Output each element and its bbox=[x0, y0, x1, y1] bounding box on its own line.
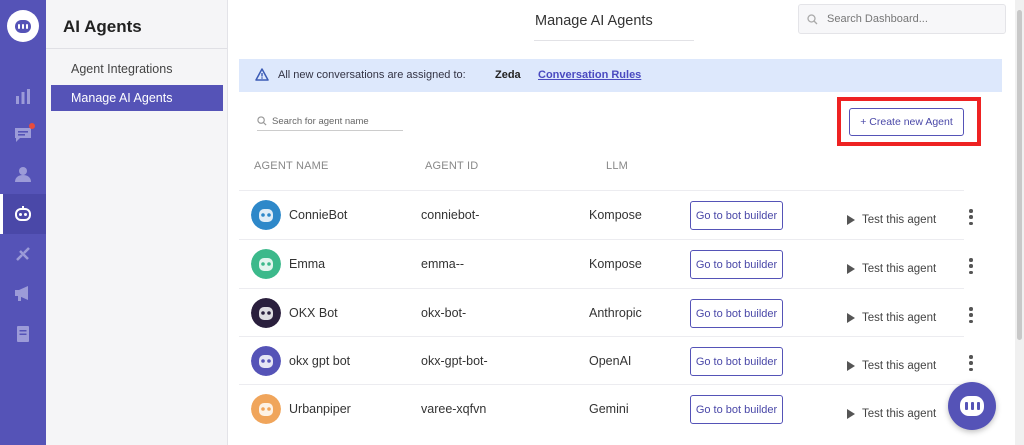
ai-agents-nav[interactable] bbox=[0, 194, 46, 234]
agent-id: okx-bot- bbox=[421, 306, 467, 320]
play-icon bbox=[847, 264, 855, 274]
dashboard-search-input[interactable]: Search Dashboard... bbox=[798, 4, 1006, 34]
sidebar-divider bbox=[46, 48, 227, 49]
main-content: Manage AI Agents Search Dashboard... All… bbox=[229, 0, 1024, 445]
reports-nav[interactable] bbox=[0, 76, 46, 116]
play-icon bbox=[847, 313, 855, 323]
column-header-llm: LLM bbox=[606, 160, 628, 172]
conversations-icon bbox=[14, 123, 35, 143]
table-row: Emma emma-- Kompose Go to bot builder Test t… bbox=[239, 239, 973, 287]
play-icon bbox=[847, 409, 855, 419]
go-to-bot-builder-button[interactable]: Go to bot builder bbox=[690, 250, 783, 279]
test-agent-button[interactable]: Test this agent bbox=[847, 214, 936, 226]
test-agent-label: Test this agent bbox=[862, 360, 937, 372]
create-new-agent-button[interactable]: + Create new Agent bbox=[849, 108, 964, 136]
more-options-icon[interactable] bbox=[969, 258, 973, 274]
icon-rail bbox=[0, 0, 46, 445]
sidebar-item-agent-integrations[interactable]: Agent Integrations bbox=[51, 56, 223, 82]
agent-llm: Gemini bbox=[589, 402, 629, 416]
agent-id: varee-xqfvn bbox=[421, 402, 487, 416]
agent-search-placeholder: Search for agent name bbox=[272, 116, 369, 127]
agent-id: conniebot- bbox=[421, 208, 480, 222]
page-title: Manage AI Agents bbox=[535, 13, 653, 29]
unread-badge bbox=[29, 123, 35, 129]
play-icon bbox=[847, 215, 855, 225]
contacts-icon bbox=[15, 167, 31, 182]
agent-llm: Kompose bbox=[589, 208, 642, 222]
contacts-nav[interactable] bbox=[0, 154, 46, 194]
agent-id: okx-gpt-bot- bbox=[421, 354, 488, 368]
banner-assignee: Zeda bbox=[495, 69, 521, 81]
agent-name: OKX Bot bbox=[289, 306, 338, 320]
knowledge-base-nav[interactable] bbox=[0, 314, 46, 354]
dashboard-search-placeholder: Search Dashboard... bbox=[827, 13, 928, 25]
assignment-banner: All new conversations are assigned to: Z… bbox=[239, 59, 1002, 92]
play-icon bbox=[847, 361, 855, 371]
agent-llm: OpenAI bbox=[589, 354, 632, 368]
agent-avatar bbox=[251, 200, 281, 230]
table-row: ConnieBot conniebot- Kompose Go to bot buil… bbox=[239, 190, 973, 238]
integrations-icon bbox=[16, 247, 30, 261]
reports-icon bbox=[16, 89, 30, 104]
campaigns-nav[interactable] bbox=[0, 273, 46, 313]
agent-avatar bbox=[251, 249, 281, 279]
page-scrollbar[interactable] bbox=[1015, 0, 1024, 445]
sidebar-title: AI Agents bbox=[63, 17, 142, 36]
agent-name: Emma bbox=[289, 257, 326, 271]
agent-avatar bbox=[251, 346, 281, 376]
scrollbar-thumb[interactable] bbox=[1017, 10, 1022, 340]
banner-text: All new conversations are assigned to: bbox=[278, 69, 466, 81]
agent-name: okx gpt bot bbox=[289, 354, 351, 368]
table-row: Urbanpiper varee-xqfvn Gemini Go to bot bui… bbox=[239, 384, 973, 432]
agent-name: Urbanpiper bbox=[289, 402, 351, 416]
test-agent-label: Test this agent bbox=[862, 312, 937, 324]
campaigns-icon bbox=[15, 286, 28, 301]
warning-icon bbox=[255, 68, 269, 81]
conversation-rules-link[interactable]: Conversation Rules bbox=[538, 69, 641, 81]
test-agent-button[interactable]: Test this agent bbox=[847, 263, 936, 275]
test-agent-label: Test this agent bbox=[862, 214, 937, 226]
test-agent-label: Test this agent bbox=[862, 263, 937, 275]
column-header-agent-name: AGENT NAME bbox=[254, 160, 329, 172]
test-agent-label: Test this agent bbox=[862, 408, 937, 420]
app-logo-icon[interactable] bbox=[7, 10, 39, 42]
column-header-agent-id: AGENT ID bbox=[425, 160, 479, 172]
agent-avatar bbox=[251, 394, 281, 424]
ai-agents-icon bbox=[15, 206, 31, 221]
table-row: okx gpt bot okx-gpt-bot- OpenAI Go to bot b… bbox=[239, 336, 973, 384]
integrations-nav[interactable] bbox=[0, 235, 46, 275]
agent-name: ConnieBot bbox=[289, 208, 348, 222]
agent-avatar bbox=[251, 298, 281, 328]
go-to-bot-builder-button[interactable]: Go to bot builder bbox=[690, 347, 783, 376]
title-underline bbox=[534, 40, 694, 41]
agent-llm: Kompose bbox=[589, 257, 642, 271]
sidebar-item-manage-ai-agents[interactable]: Manage AI Agents bbox=[51, 85, 223, 111]
more-options-icon[interactable] bbox=[969, 355, 973, 371]
agent-id: emma-- bbox=[421, 257, 465, 271]
chat-widget-button[interactable] bbox=[948, 382, 996, 430]
more-options-icon[interactable] bbox=[969, 307, 973, 323]
section-sidebar: AI Agents Agent Integrations Manage AI A… bbox=[46, 0, 228, 445]
agent-llm: Anthropic bbox=[589, 306, 642, 320]
chat-icon bbox=[960, 396, 984, 416]
test-agent-button[interactable]: Test this agent bbox=[847, 408, 936, 420]
agent-search-input[interactable]: Search for agent name bbox=[257, 113, 403, 131]
conversations-nav[interactable] bbox=[0, 115, 46, 155]
table-row: OKX Bot okx-bot- Anthropic Go to bot builde… bbox=[239, 288, 973, 336]
more-options-icon[interactable] bbox=[969, 209, 973, 225]
go-to-bot-builder-button[interactable]: Go to bot builder bbox=[690, 395, 783, 424]
go-to-bot-builder-button[interactable]: Go to bot builder bbox=[690, 201, 783, 230]
go-to-bot-builder-button[interactable]: Go to bot builder bbox=[690, 299, 783, 328]
test-agent-button[interactable]: Test this agent bbox=[847, 360, 936, 372]
test-agent-button[interactable]: Test this agent bbox=[847, 312, 936, 324]
search-icon bbox=[807, 14, 818, 25]
knowledge-base-icon bbox=[17, 326, 29, 342]
search-icon bbox=[257, 116, 267, 126]
